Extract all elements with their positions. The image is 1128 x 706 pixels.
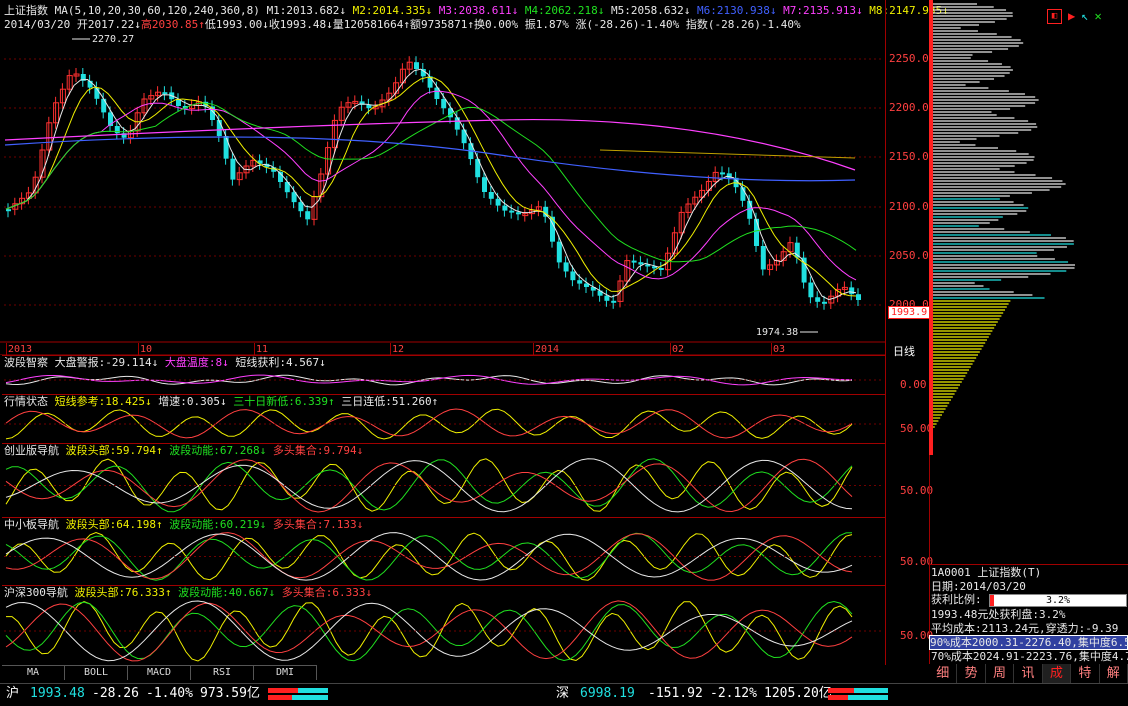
chip-distribution-panel: ◧ ▶ ↖ ✕ 1A0001 上证指数(T) 日期:2014/03/20 获利比… [929, 0, 1128, 683]
sz-price: 6998.19 [580, 686, 635, 701]
panel-header: 行情状态 短线参考:18.425↓ 增速:0.305↓ 三十日新低:6.339↑… [4, 395, 438, 408]
panel-name: 沪深300导航 [4, 586, 75, 599]
panel-header: 沪深300导航 波段头部:76.333↑ 波段动能:40.667↓ 多头集合:6… [4, 586, 372, 599]
tab-boll[interactable]: BOLL [65, 665, 128, 680]
nav-detail[interactable]: 细 [929, 664, 958, 683]
period-label[interactable]: 日线 [893, 343, 915, 359]
ma-values: M1:2013.682↓ M2:2014.335↓ M3:2038.611↓ M… [267, 4, 949, 17]
sh-label: 沪 [6, 686, 20, 701]
date-tick: 03 [773, 344, 786, 355]
ma-params: MA(5,10,20,30,60,120,240,360,8) [54, 4, 260, 17]
axis-separator [885, 0, 886, 665]
profit-label: 获利比例: [931, 593, 982, 606]
ma-value-6: M6:2130.938↓ [690, 4, 777, 17]
panel-value: 多头集合:6.333↓ [281, 586, 373, 599]
nav-trend[interactable]: 势 [957, 664, 986, 683]
date-tick: 02 [672, 344, 685, 355]
indicator-tabs: MA BOLL MACD RSI DMI [2, 665, 317, 680]
avg-cost: 平均成本:2113.24元,穿透力:-9.39 [931, 622, 1119, 635]
ma-value-5: M5:2058.632↓ [604, 4, 691, 17]
panel-tick: 0.00 [900, 378, 927, 391]
panel-name: 创业版导航 [4, 444, 66, 457]
panel-name: 中小板导航 [4, 518, 66, 531]
current-price-tag: 1993.9 [888, 306, 931, 319]
main-chart-area[interactable]: 上证指数 MA(5,10,20,30,60,120,240,360,8) M1:… [0, 0, 949, 665]
sz-change: -151.92 [648, 686, 703, 701]
nav-news[interactable]: 讯 [1014, 664, 1043, 683]
panel-value: 三日连低:51.260↑ [341, 395, 439, 408]
date-tick: 12 [392, 344, 405, 355]
ma-value-7: M7:2135.913↓ [776, 4, 863, 17]
ma-value-4: M4:2062.218↓ [518, 4, 605, 17]
right-nav: 细 势 周 讯 成 特 解 [929, 664, 1128, 683]
date-tick: 2013 [8, 344, 33, 355]
sh-price: 1993.48 [30, 686, 85, 701]
price-tick: 2150.0 [889, 150, 929, 163]
date-tick: 11 [256, 344, 269, 355]
price-tick: 2100.0 [889, 200, 929, 213]
cost-90: 90%成本2000.31-2276.40,集中度6.5 [929, 635, 1128, 650]
low-annotation: 1974.38 [756, 327, 798, 338]
nav-week[interactable]: 周 [986, 664, 1015, 683]
panel-value: 大盘警报:-29.114↓ [54, 356, 165, 369]
nav-cost[interactable]: 成 [1042, 664, 1072, 683]
date-tick: 2014 [535, 344, 560, 355]
panel-name: 行情状态 [4, 395, 55, 408]
status-bar: 沪 1993.48 -28.26 -1.40% 973.59亿 深 6998.1… [0, 683, 1128, 706]
tab-macd[interactable]: MACD [128, 665, 191, 680]
nav-explain[interactable]: 解 [1100, 664, 1128, 683]
panel-value: 波段动能:60.219↓ [169, 518, 273, 531]
profit-value: 3.2% [1045, 595, 1071, 606]
panel-value: 短线参考:18.425↓ [54, 395, 159, 408]
sz-breadth-bar [828, 688, 888, 700]
ma-value-2: M2:2014.335↓ [346, 4, 433, 17]
ma-value-3: M3:2038.611↓ [432, 4, 519, 17]
panel-value: 波段动能:40.667↓ [178, 586, 282, 599]
panel-value: 多头集合:9.794↓ [272, 444, 364, 457]
price-tick: 2050.0 [889, 249, 929, 262]
sh-amount: 973.59亿 [200, 686, 260, 701]
panel-header: 创业版导航 波段头部:59.794↑ 波段动能:67.268↓ 多头集合:9.7… [4, 444, 363, 457]
sz-amount: 1205.20亿 [764, 686, 832, 701]
sh-pct: -1.40% [146, 686, 193, 701]
index-name: 上证指数 [4, 4, 48, 17]
profit-bar: 3.2% [989, 594, 1127, 607]
sz-pct: -2.12% [710, 686, 757, 701]
chip-date: 日期:2014/03/20 [931, 580, 1026, 593]
high-annotation: 2270.27 [92, 34, 134, 45]
panel-value: 波段头部:59.794↑ [65, 444, 170, 457]
panel-header: 中小板导航 波段头部:64.198↑ 波段动能:60.219↓ 多头集合:7.1… [4, 518, 363, 531]
price-tick: 2200.0 [889, 101, 929, 114]
code-name: 1A0001 上证指数(T) [931, 566, 1042, 579]
sh-breadth-bar [268, 688, 328, 700]
ma-header: 上证指数 MA(5,10,20,30,60,120,240,360,8) M1:… [4, 4, 949, 17]
date-tick: 10 [140, 344, 153, 355]
tab-dmi[interactable]: DMI [254, 665, 317, 680]
tab-rsi[interactable]: RSI [191, 665, 254, 680]
chip-distribution-chart [929, 0, 1075, 455]
price-chart[interactable]: 2270.27 1974.38 [0, 30, 928, 355]
panel-value: 短线获利:4.567↓ [235, 356, 326, 369]
panel-value: 波段动能:67.268↓ [169, 444, 273, 457]
panel-value: 多头集合:7.133↓ [272, 518, 364, 531]
panel-value: 三十日新低:6.339↑ [233, 395, 342, 408]
panel-value: 增速:0.305↓ [158, 395, 234, 408]
panel-value: 波段头部:64.198↑ [65, 518, 170, 531]
ma-value-1: M1:2013.682↓ [266, 4, 347, 17]
chip-info: 1A0001 上证指数(T) 日期:2014/03/20 获利比例: 3.2% … [929, 564, 1128, 665]
cost-70: 70%成本2024.91-2223.76,集中度4.7 [931, 650, 1128, 663]
panel-header: 波段智察 大盘警报:-29.114↓ 大盘温度:8↓ 短线获利:4.567↓ [4, 356, 326, 369]
nav-special[interactable]: 特 [1071, 664, 1100, 683]
panel-value: 大盘温度:8↓ [164, 356, 236, 369]
tab-ma[interactable]: MA [2, 665, 65, 680]
sz-label: 深 [556, 686, 570, 701]
profit-line: 1993.48元处获利盘:3.2% [931, 608, 1066, 621]
panel-name: 波段智察 [4, 356, 55, 369]
price-tick: 2250.0 [889, 52, 929, 65]
panel-value: 波段头部:76.333↑ [74, 586, 179, 599]
sh-change: -28.26 [92, 686, 139, 701]
